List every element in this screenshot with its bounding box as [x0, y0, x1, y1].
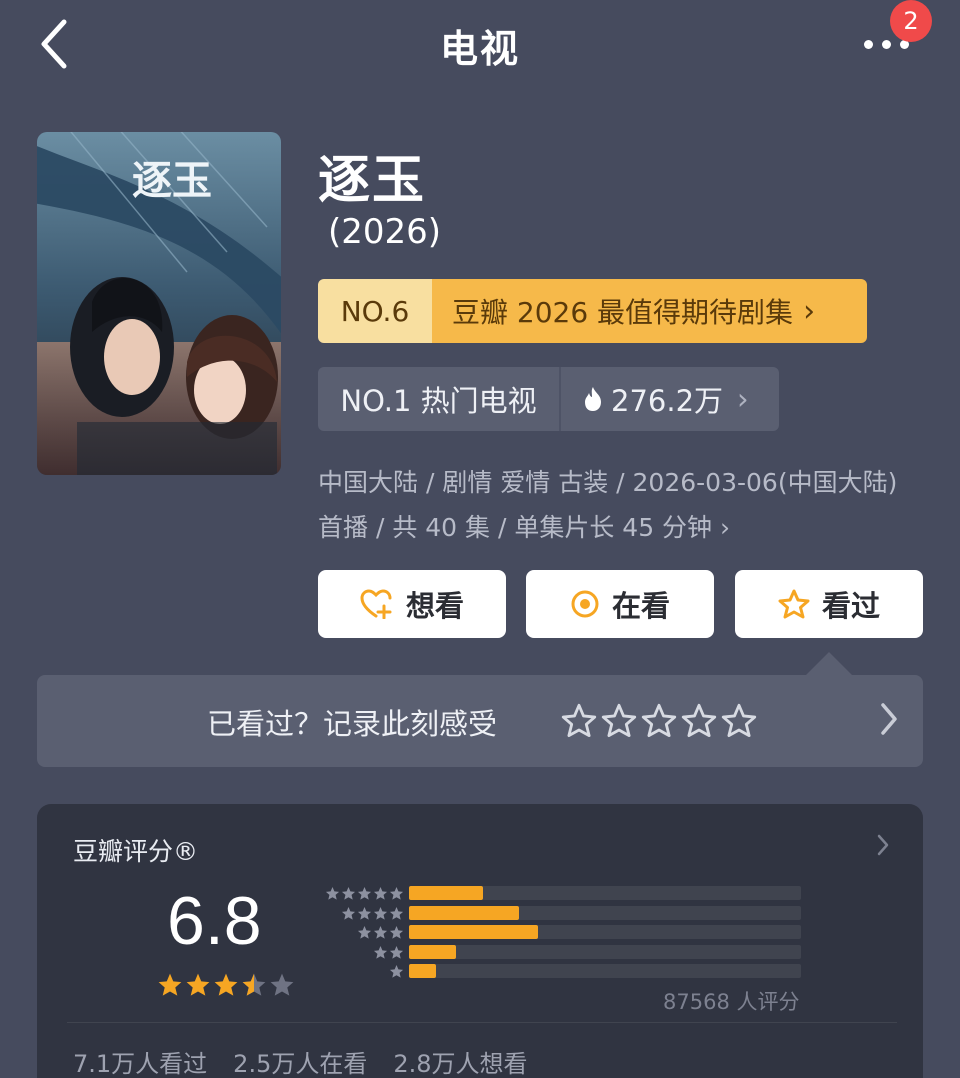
hot-count-wrap: 276.2万 › [561, 367, 779, 431]
star-small-icon [389, 925, 404, 940]
star-small-icon [389, 945, 404, 960]
star-small-icon [341, 886, 356, 901]
distribution-track [409, 944, 801, 959]
hot-count: 276.2万 [611, 384, 724, 418]
distribution-stars [373, 945, 404, 960]
distribution-stars [341, 906, 404, 921]
distribution-row [313, 944, 813, 960]
rating-distribution [313, 886, 813, 986]
ellipsis-icon [864, 40, 873, 49]
star-half-icon [241, 972, 267, 1002]
star-outline-icon [778, 589, 810, 619]
rank-number: NO.6 [318, 279, 432, 343]
distribution-row [313, 964, 813, 978]
action-buttons: 想看 在看 看过 [318, 570, 924, 638]
star-small-icon [373, 886, 388, 901]
chevron-right-icon [875, 832, 891, 862]
star-small-icon [325, 886, 340, 901]
star-empty-icon [269, 972, 295, 1002]
stat-watching: 2.5万人在看 [233, 1050, 368, 1078]
distribution-track [409, 964, 801, 978]
star-small-icon [357, 906, 372, 921]
hot-rank-text: NO.1 热门电视 [318, 367, 561, 431]
divider [67, 1022, 897, 1023]
star-filled-icon [157, 972, 183, 1002]
distribution-row [313, 886, 813, 900]
record-text: 已看过？记录此刻感受 [207, 707, 498, 741]
distribution-track [409, 886, 801, 900]
star-outline-icon[interactable] [721, 703, 757, 743]
stat-want: 2.8万人想看 [393, 1050, 528, 1078]
watching-button[interactable]: 在看 [526, 570, 714, 638]
distribution-row [313, 905, 813, 921]
want-to-watch-button[interactable]: 想看 [318, 570, 506, 638]
star-small-icon [389, 886, 404, 901]
heart-plus-icon [360, 589, 394, 619]
watching-label: 在看 [611, 589, 670, 623]
pointer-triangle [805, 652, 853, 676]
star-outline-icon[interactable] [681, 703, 717, 743]
chevron-right-icon: › [803, 293, 816, 329]
distribution-stars [357, 925, 404, 940]
distribution-row [313, 925, 813, 939]
stat-watched: 7.1万人看过 [73, 1050, 208, 1078]
star-filled-icon [213, 972, 239, 1002]
rating-score: 6.8 [167, 883, 262, 959]
star-small-icon [373, 906, 388, 921]
target-icon [570, 589, 600, 619]
want-to-watch-label: 想看 [405, 589, 464, 623]
star-outline-icon[interactable] [641, 703, 677, 743]
poster-calligraphy: 逐玉 [132, 157, 212, 204]
distribution-bar [409, 905, 519, 920]
chevron-right-icon: › [737, 382, 749, 416]
rank-text: 豆瓣 2026 最值得期待剧集 [452, 296, 794, 329]
chevron-right-icon: › [720, 513, 730, 542]
distribution-track [409, 905, 801, 920]
star-outline-icon[interactable] [601, 703, 637, 743]
distribution-bar [409, 925, 539, 939]
ellipsis-dot [882, 40, 891, 49]
star-small-icon [341, 906, 356, 921]
star-small-icon [389, 964, 404, 979]
show-info[interactable]: 中国大陆 / 剧情 爱情 古装 / 2026-03-06(中国大陆) 首播 / … [318, 460, 918, 550]
chevron-right-icon [877, 699, 901, 743]
watched-button[interactable]: 看过 [735, 570, 923, 638]
rank-text-wrap: 豆瓣 2026 最值得期待剧集 › [432, 279, 867, 343]
record-feeling-bar[interactable]: 已看过？记录此刻感受 [37, 675, 923, 767]
score-stars [157, 972, 295, 1002]
watched-label: 看过 [821, 589, 880, 623]
star-small-icon [373, 945, 388, 960]
rating-count: 87568 人评分 [663, 990, 800, 1014]
top-bar: 电视 2 [0, 0, 960, 90]
star-small-icon [389, 906, 404, 921]
star-outline-icon[interactable] [561, 703, 597, 743]
rating-card[interactable]: 豆瓣评分® 6.8 87568 人评分 7.1万人看过 2.5万人在看 2.8万… [37, 804, 923, 1078]
show-year: (2026) [328, 212, 442, 252]
rank-banner[interactable]: NO.6 豆瓣 2026 最值得期待剧集 › [318, 279, 867, 343]
show-title: 逐玉 [318, 151, 427, 211]
poster-artwork: 逐玉 [37, 132, 281, 475]
notification-badge: 2 [890, 0, 932, 42]
distribution-bar [409, 944, 457, 959]
rating-label: 豆瓣评分® [73, 837, 199, 866]
distribution-stars [389, 964, 404, 979]
distribution-track [409, 925, 801, 939]
distribution-stars [325, 886, 404, 901]
rating-stars-input[interactable] [561, 703, 757, 743]
show-info-text: 中国大陆 / 剧情 爱情 古装 / 2026-03-06(中国大陆) 首播 / … [318, 468, 898, 542]
poster-image[interactable]: 逐玉 [37, 132, 281, 475]
star-filled-icon [185, 972, 211, 1002]
page-title: 电视 [439, 27, 520, 71]
star-small-icon [357, 886, 372, 901]
star-small-icon [357, 925, 372, 940]
distribution-bar [409, 964, 437, 978]
watch-stats: 7.1万人看过 2.5万人在看 2.8万人想看 [73, 1044, 528, 1078]
flame-icon [585, 387, 601, 411]
star-small-icon [373, 925, 388, 940]
hot-ranking[interactable]: NO.1 热门电视 276.2万 › [318, 367, 779, 431]
distribution-bar [409, 886, 484, 900]
